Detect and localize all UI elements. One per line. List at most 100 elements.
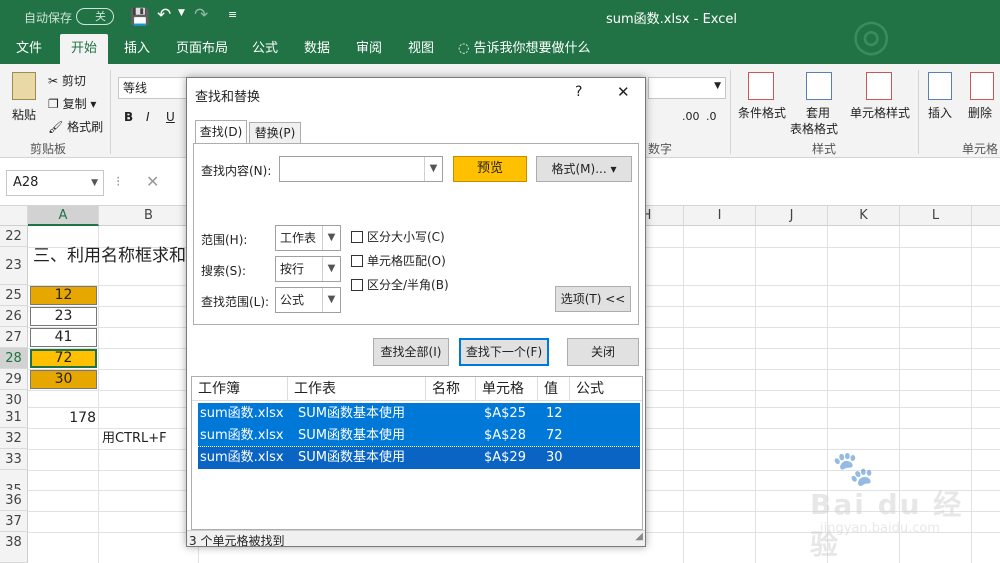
delete-cells-icon[interactable] — [970, 72, 994, 100]
row-header[interactable]: 31 — [0, 407, 28, 428]
find-all-button[interactable]: 查找全部(I) — [373, 338, 449, 366]
cells-group-label: 单元格 — [962, 142, 999, 156]
conditional-format-icon[interactable] — [748, 72, 774, 100]
search-order-select[interactable]: 按行 ▼ — [275, 256, 341, 282]
result-row[interactable]: sum函数.xlsx SUM函数基本使用 $A$28 72 — [198, 425, 640, 447]
tab-replace[interactable]: 替换(P) — [249, 122, 301, 144]
result-row-active[interactable]: sum函数.xlsx SUM函数基本使用 $A$29 30 — [197, 446, 641, 470]
insert-cells-icon[interactable] — [928, 72, 952, 100]
increase-decimal-icon[interactable]: .0 — [706, 110, 717, 123]
column-header-l[interactable]: L — [900, 206, 972, 226]
cell-a26[interactable]: 23 — [30, 307, 97, 326]
column-header-k[interactable]: K — [828, 206, 900, 226]
cell-a28-active[interactable]: 72 — [30, 349, 97, 368]
copy-icon: ❐ — [48, 97, 59, 111]
find-next-button[interactable]: 查找下一个(F) — [459, 338, 549, 366]
number-format-box[interactable]: ▼ — [648, 77, 726, 99]
conditional-format-button[interactable]: 条件格式 — [738, 104, 786, 121]
row-header[interactable]: 32 — [0, 428, 28, 449]
resize-grip-icon[interactable]: ◢ — [635, 531, 643, 542]
sheet-title-cell[interactable]: 三、利用名称框求和 — [33, 246, 186, 266]
tab-data[interactable]: 数据 — [298, 34, 336, 64]
row-header[interactable]: 26 — [0, 306, 28, 327]
name-box[interactable]: A28 ▼ — [6, 170, 104, 196]
tab-review[interactable]: 审阅 — [350, 34, 388, 64]
row-header[interactable]: 33 — [0, 449, 28, 470]
decrease-decimal-icon[interactable]: .00 — [682, 110, 700, 123]
match-case-checkbox[interactable]: 区分大小写(C) — [351, 228, 445, 245]
row-header[interactable]: 36 — [0, 490, 28, 511]
col-workbook[interactable]: 工作簿 — [192, 377, 288, 401]
col-cell[interactable]: 单元格 — [476, 377, 538, 401]
look-in-select[interactable]: 公式 ▼ — [275, 287, 341, 313]
col-formula[interactable]: 公式 — [570, 377, 642, 401]
cell-a25[interactable]: 12 — [30, 286, 97, 305]
row-header[interactable]: 37 — [0, 511, 28, 532]
row-header[interactable]: 25 — [0, 285, 28, 306]
column-header-b[interactable]: B — [99, 206, 199, 226]
italic-button[interactable]: I — [146, 110, 150, 124]
row-header-selected[interactable]: 28 — [0, 348, 28, 369]
cell-styles-button[interactable]: 单元格样式 — [850, 104, 910, 121]
table-format-icon[interactable] — [806, 72, 832, 100]
paste-icon[interactable] — [12, 72, 36, 100]
delete-cells-button[interactable]: 删除 — [968, 104, 992, 121]
results-list[interactable]: 工作簿 工作表 名称 单元格 值 公式 sum函数.xlsx SUM函数基本使用… — [191, 376, 643, 530]
undo-dropdown-icon[interactable]: ▼ — [178, 8, 185, 18]
row-header[interactable]: 38 — [0, 532, 28, 563]
row-header[interactable]: 23 — [0, 247, 28, 285]
cell-a27[interactable]: 41 — [30, 328, 97, 347]
tab-file[interactable]: 文件 — [10, 34, 48, 64]
autosave-toggle[interactable]: 关 — [76, 8, 114, 25]
tab-formulas[interactable]: 公式 — [246, 34, 284, 64]
match-width-checkbox[interactable]: 区分全/半角(B) — [351, 276, 449, 293]
select-all-corner[interactable] — [0, 206, 28, 226]
row-header[interactable]: 29 — [0, 369, 28, 390]
help-button[interactable]: ? — [575, 84, 582, 100]
copy-button[interactable]: ❐ 复制 ▾ — [48, 95, 96, 112]
close-button[interactable]: 关闭 — [567, 338, 639, 366]
row-header[interactable]: 22 — [0, 226, 28, 247]
tab-home[interactable]: 开始 — [60, 34, 108, 64]
col-name[interactable]: 名称 — [426, 377, 476, 401]
format-button[interactable]: 格式(M)... ▾ — [536, 156, 632, 182]
cell-a31[interactable]: 178 — [30, 408, 96, 428]
result-row[interactable]: sum函数.xlsx SUM函数基本使用 $A$25 12 — [198, 403, 640, 425]
cell-a29[interactable]: 30 — [30, 370, 97, 389]
bold-button[interactable]: B — [124, 110, 133, 124]
tab-find[interactable]: 查找(D) — [195, 120, 247, 144]
find-what-input[interactable]: ▼ — [279, 156, 443, 182]
cell-styles-icon[interactable] — [866, 72, 892, 100]
table-format-button-line2[interactable]: 表格格式 — [790, 120, 838, 137]
tab-page-layout[interactable]: 页面布局 — [170, 34, 234, 64]
baidu-watermark: 🐾 Bai du 经验 jingyan.baidu.com — [810, 445, 990, 561]
row-header[interactable]: 27 — [0, 327, 28, 348]
column-header-j[interactable]: J — [756, 206, 828, 226]
tell-me-box[interactable]: ◌ 告诉我你想要做什么 — [452, 34, 597, 64]
cell-b32[interactable]: 用CTRL+F — [102, 429, 167, 449]
col-value[interactable]: 值 — [538, 377, 570, 401]
col-sheet[interactable]: 工作表 — [288, 377, 426, 401]
customize-toolbar-icon[interactable]: ≡ — [228, 8, 237, 21]
within-select[interactable]: 工作表 ▼ — [275, 225, 341, 251]
tab-insert[interactable]: 插入 — [118, 34, 156, 64]
insert-cells-button[interactable]: 插入 — [928, 104, 952, 121]
font-name-box[interactable]: 等线 — [118, 77, 188, 99]
column-header-i[interactable]: I — [684, 206, 756, 226]
cancel-formula-icon[interactable]: ✕ — [146, 172, 159, 191]
underline-button[interactable]: U — [166, 110, 175, 124]
save-icon[interactable]: 💾 — [130, 7, 150, 26]
match-cell-checkbox[interactable]: 单元格匹配(O) — [351, 252, 446, 269]
format-painter-button[interactable]: 🖌 格式刷 — [48, 118, 103, 135]
tab-view[interactable]: 视图 — [402, 34, 440, 64]
cut-button[interactable]: ✂ 剪切 — [48, 72, 86, 89]
preview-button[interactable]: 预览 — [453, 156, 527, 182]
paste-button[interactable]: 粘贴 — [12, 106, 36, 123]
options-button[interactable]: 选项(T) << — [555, 286, 631, 312]
undo-icon[interactable]: ↶ — [157, 5, 171, 25]
column-header-a[interactable]: A — [28, 206, 99, 226]
lightbulb-icon: ◌ — [458, 41, 470, 56]
table-format-button-line1[interactable]: 套用 — [806, 104, 830, 121]
redo-icon[interactable]: ↷ — [194, 5, 208, 25]
dialog-close-icon[interactable]: ✕ — [617, 83, 630, 101]
